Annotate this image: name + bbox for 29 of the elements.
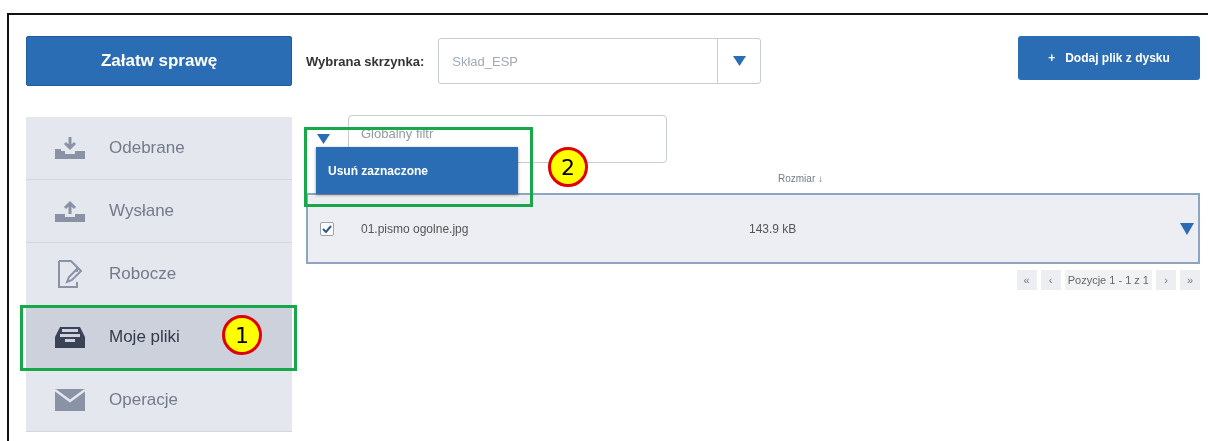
first-page-button[interactable]: « — [1016, 270, 1037, 290]
checkbox[interactable] — [320, 221, 334, 236]
sidebar-item[interactable]: Odebrane — [26, 117, 292, 180]
file-size: 143.9 kB — [749, 221, 797, 236]
envelope-icon — [55, 389, 85, 411]
mailbox-select[interactable]: Skład_ESP — [438, 38, 762, 84]
last-page-button[interactable]: » — [1180, 270, 1200, 290]
dropdown-menu[interactable]: Usuń zaznaczone — [316, 147, 518, 194]
upload-icon — [55, 200, 85, 222]
previous-page-button[interactable]: ‹ — [1040, 270, 1061, 290]
sidebar-item[interactable]: Robocze — [26, 243, 292, 306]
sidebar-item[interactable]: Wysłane — [26, 180, 292, 243]
mailbox-label: Wybrana skrzynka: — [306, 53, 425, 69]
callout-number: 2 — [548, 147, 588, 187]
column-header[interactable]: Rozmiar ↓ — [778, 172, 823, 184]
caret-icon[interactable] — [317, 134, 330, 144]
file-name: 01.pismo ogolne.jpg — [361, 221, 470, 236]
table-row[interactable]: 01.pismo ogolne.jpg 143.9 kB — [306, 193, 1200, 264]
caret-icon[interactable] — [1180, 222, 1194, 235]
tray-icon — [55, 325, 85, 349]
add-file-button[interactable]: + Dodaj plik z dysku — [1018, 36, 1200, 80]
callout-number: 1 — [222, 315, 262, 355]
download-icon — [55, 137, 85, 159]
sidebar-item[interactable]: Operacje — [26, 369, 292, 432]
pagination-info: Pozycje 1 - 1 z 1 — [1064, 270, 1152, 290]
caret-icon — [732, 56, 746, 66]
next-page-button[interactable]: › — [1156, 270, 1176, 290]
document-pen-icon — [57, 260, 83, 288]
action-button[interactable]: Załatw sprawę — [26, 36, 292, 86]
